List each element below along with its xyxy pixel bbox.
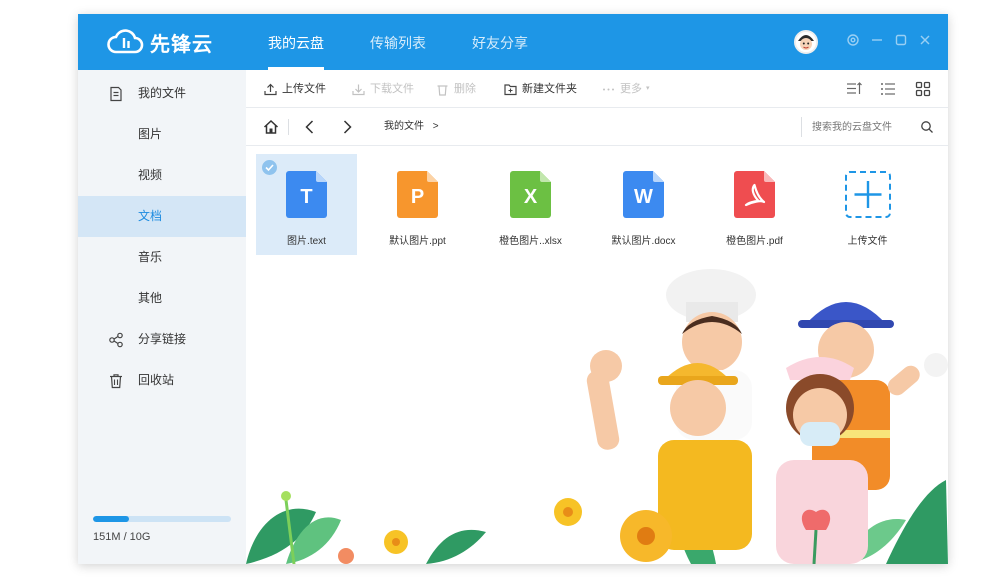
trash-icon [110, 374, 122, 389]
app-logo: 先锋云 [106, 27, 213, 57]
upload-label: 上传文件 [282, 83, 326, 95]
search-icon[interactable] [920, 120, 934, 134]
file-item[interactable]: X 橙色图片..xlsx [480, 154, 581, 255]
title-bar: 先锋云 我的云盘 传输列表 好友分享 [78, 14, 948, 70]
new-folder-icon [504, 83, 517, 95]
upload-button[interactable]: 上传文件 [264, 70, 326, 108]
user-avatar[interactable] [794, 30, 818, 54]
excel-file-icon: X [510, 171, 551, 218]
forward-arrow-icon[interactable] [339, 119, 355, 135]
chevron-right-icon: > [432, 121, 439, 132]
storage-progress-bar [93, 516, 231, 522]
svg-text:T: T [300, 186, 312, 208]
svg-text:W: W [634, 186, 653, 208]
tab-transfer-list[interactable]: 传输列表 [370, 14, 426, 70]
sort-icon[interactable] [846, 81, 862, 97]
sidebar-item-share-links[interactable]: 分享链接 [78, 319, 246, 360]
storage-usage: 151M / 10G [93, 516, 231, 543]
more-dots-icon [603, 88, 614, 90]
window-controls [846, 33, 942, 47]
pdf-file-icon [734, 171, 775, 218]
upload-file-tile[interactable]: 上传文件 [817, 154, 918, 255]
sidebar-item-documents[interactable]: 文档 [78, 196, 246, 237]
search-input[interactable] [812, 119, 912, 135]
sidebar-item-my-files[interactable]: 我的文件 [78, 73, 246, 114]
sidebar-item-music[interactable]: 音乐 [78, 237, 246, 278]
home-icon[interactable] [263, 119, 279, 135]
breadcrumb[interactable]: 我的文件 > [384, 108, 439, 146]
ppt-file-icon: P [397, 171, 438, 218]
new-folder-button[interactable]: 新建文件夹 [504, 70, 577, 108]
document-icon [110, 86, 122, 102]
add-icon [845, 171, 891, 218]
sidebar-item-label: 回收站 [138, 373, 175, 387]
app-name: 先锋云 [150, 33, 213, 56]
main-nav: 我的云盘 传输列表 好友分享 [268, 14, 574, 70]
download-icon [352, 84, 365, 95]
sidebar-item-recycle-bin[interactable]: 回收站 [78, 360, 246, 401]
upload-icon [264, 83, 277, 95]
path-bar: 我的文件 > [246, 108, 948, 146]
list-view-icon[interactable] [880, 81, 896, 97]
sidebar: 我的文件 图片 视频 文档 音乐 其他 分享链接 回收站 151M / 10G [78, 70, 246, 564]
sidebar-item-videos[interactable]: 视频 [78, 155, 246, 196]
settings-icon[interactable] [846, 33, 860, 47]
search-box [801, 117, 936, 137]
tab-my-cloud[interactable]: 我的云盘 [268, 14, 324, 70]
delete-button[interactable]: 删除 [436, 70, 476, 108]
word-file-icon: W [623, 171, 664, 218]
grid-view-icon[interactable] [915, 81, 931, 97]
chevron-down-icon: ▾ [646, 85, 650, 92]
close-icon[interactable] [918, 33, 932, 47]
breadcrumb-item[interactable]: 我的文件 [384, 121, 424, 132]
divider [288, 119, 289, 135]
check-icon[interactable] [262, 160, 277, 175]
cloud-logo-icon [107, 29, 144, 54]
back-arrow-icon[interactable] [302, 119, 318, 135]
sidebar-item-other[interactable]: 其他 [78, 278, 246, 319]
file-item[interactable]: P 默认图片.ppt [367, 154, 468, 255]
storage-progress-fill [93, 516, 129, 522]
sidebar-item-label: 视频 [138, 168, 163, 182]
minimize-icon[interactable] [870, 33, 884, 47]
sidebar-item-label: 其他 [138, 291, 163, 305]
app-window: 先锋云 我的云盘 传输列表 好友分享 我的文件 图片 视频 文档 音乐 其他 分… [78, 14, 948, 564]
tab-friend-share[interactable]: 好友分享 [472, 14, 528, 70]
sidebar-item-label: 音乐 [138, 250, 163, 264]
file-name: 上传文件 [847, 236, 888, 247]
trash-icon [437, 84, 448, 96]
more-label: 更多 [620, 83, 642, 95]
file-item[interactable]: 橙色图片.pdf [704, 154, 805, 255]
sidebar-item-images[interactable]: 图片 [78, 114, 246, 155]
file-item[interactable]: W 默认图片.docx [593, 154, 694, 255]
new-folder-label: 新建文件夹 [522, 83, 577, 95]
sidebar-item-label: 文档 [138, 209, 163, 223]
download-label: 下载文件 [370, 83, 414, 95]
main-panel: 上传文件 下载文件 删除 新建文件夹 更多 ▾ 我的文件 > 搜索我的云盘文件 … [246, 70, 948, 564]
toolbar: 上传文件 下载文件 删除 新建文件夹 更多 ▾ [246, 70, 948, 108]
avatar-face-icon [796, 32, 816, 52]
delete-label: 删除 [454, 83, 476, 95]
download-button[interactable]: 下载文件 [352, 70, 414, 108]
more-button[interactable]: 更多 ▾ [602, 70, 650, 108]
sidebar-item-label: 分享链接 [138, 332, 187, 346]
svg-text:P: P [411, 186, 424, 208]
svg-text:X: X [524, 186, 538, 208]
sidebar-item-label: 图片 [138, 127, 163, 141]
file-item[interactable]: T 图片.text [256, 154, 357, 255]
sidebar-item-label: 我的文件 [138, 86, 187, 100]
storage-text: 151M / 10G [93, 531, 151, 543]
share-icon [109, 332, 123, 348]
text-file-icon: T [286, 171, 327, 218]
maximize-icon[interactable] [894, 33, 908, 47]
